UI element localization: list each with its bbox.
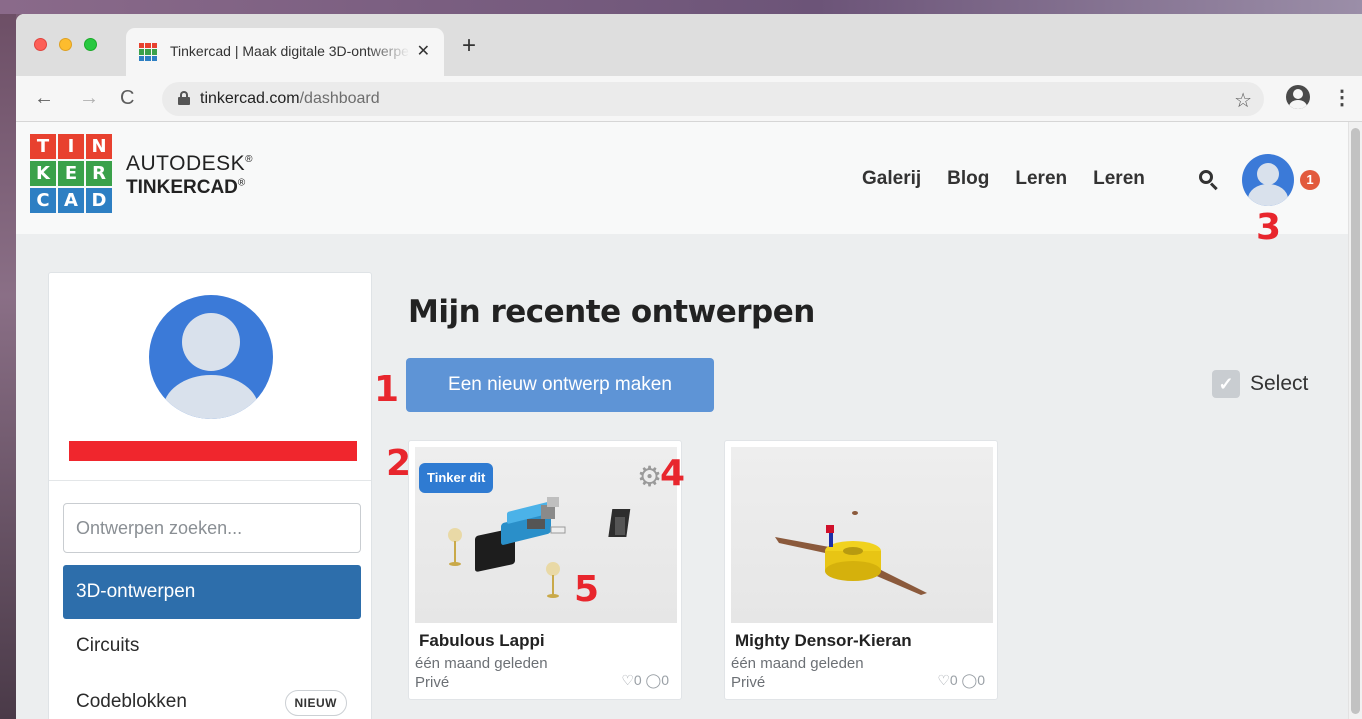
- new-badge: NIEUW: [284, 690, 347, 716]
- scrollbar-thumb[interactable]: [1351, 128, 1360, 714]
- sidebar-item-circuits[interactable]: Circuits: [63, 619, 361, 673]
- design-stats: ♡0 ◯0: [937, 672, 985, 688]
- design-time: één maand geleden: [415, 655, 548, 672]
- brand-autodesk: AUTODESK: [126, 152, 246, 175]
- logo-letter: I: [58, 134, 84, 159]
- brand-name: AUTODESK® TINKERCAD®: [126, 152, 253, 199]
- tinker-this-button[interactable]: Tinker dit: [419, 463, 494, 493]
- browser-profile-icon[interactable]: [1286, 85, 1310, 109]
- back-button[interactable]: ←: [34, 86, 54, 110]
- design-card[interactable]: Tinker dit ⚙ Fabulous Lappi één maand ge…: [408, 440, 682, 700]
- annotation-5: 5: [574, 569, 600, 610]
- propeller-model-image: [775, 511, 927, 595]
- page-title: Mijn recente ontwerpen: [408, 294, 815, 330]
- desktop-background: [0, 0, 1362, 14]
- url-domain: tinkercad.com: [200, 90, 300, 107]
- logo-letter: E: [58, 161, 84, 186]
- reload-button[interactable]: C: [120, 86, 134, 110]
- new-tab-button[interactable]: +: [462, 34, 476, 58]
- address-bar[interactable]: tinkercad.com/dashboard ☆: [162, 82, 1264, 116]
- profile-sidebar: 3D-ontwerpen Circuits Codeblokken NIEUW: [48, 272, 372, 719]
- logo-letter: K: [30, 161, 56, 186]
- browser-menu-icon[interactable]: ⋮: [1332, 85, 1352, 111]
- logo-letter: N: [86, 134, 112, 159]
- design-search-input[interactable]: [63, 503, 361, 553]
- brand-tinkercad: TINKERCAD: [126, 177, 238, 198]
- page-content: T I N K E R C A D AUTODESK® TINKERCAD® G…: [16, 122, 1362, 719]
- design-privacy: Privé: [731, 674, 766, 691]
- tab-title: Tinkercad | Maak digitale 3D-ontwerpen: [170, 43, 410, 59]
- nav-link-leren-2[interactable]: Leren: [1093, 168, 1145, 190]
- select-checkbox[interactable]: ✓: [1212, 370, 1240, 398]
- browser-window: Tinkercad | Maak digitale 3D-ontwerpen ✕…: [16, 14, 1362, 719]
- registered-mark: ®: [245, 154, 254, 165]
- tab-strip: Tinkercad | Maak digitale 3D-ontwerpen ✕…: [16, 14, 1362, 76]
- close-window-button[interactable]: [34, 38, 47, 51]
- main-nav: Galerij Blog Leren Leren: [862, 168, 1145, 190]
- logo-letter: T: [30, 134, 56, 159]
- browser-toolbar: ← → C tinkercad.com/dashboard ☆ ⋮: [16, 76, 1362, 122]
- annotation-3: 3: [1256, 207, 1282, 248]
- site-header: T I N K E R C A D AUTODESK® TINKERCAD® G…: [16, 122, 1348, 234]
- annotation-4: 4: [660, 453, 686, 494]
- user-avatar[interactable]: [1242, 154, 1294, 206]
- design-name[interactable]: Mighty Densor-Kieran: [735, 631, 912, 651]
- minimize-window-button[interactable]: [59, 38, 72, 51]
- maximize-window-button[interactable]: [84, 38, 97, 51]
- design-time: één maand geleden: [731, 655, 864, 672]
- page-scrollbar[interactable]: [1348, 122, 1362, 719]
- select-label: Select: [1250, 372, 1309, 395]
- sidebar-item-label: 3D-ontwerpen: [76, 581, 196, 602]
- design-thumbnail[interactable]: [731, 447, 993, 623]
- annotation-1: 1: [374, 369, 400, 410]
- lock-icon: [178, 91, 190, 105]
- sidebar-item-3d-designs[interactable]: 3D-ontwerpen: [63, 565, 361, 619]
- notification-badge[interactable]: 1: [1300, 170, 1320, 190]
- bookmark-star-icon[interactable]: ☆: [1234, 88, 1252, 113]
- sidebar-item-label: Circuits: [76, 635, 140, 656]
- select-toggle[interactable]: ✓ Select: [1212, 370, 1308, 398]
- design-privacy: Privé: [415, 674, 450, 691]
- tinkercad-logo[interactable]: T I N K E R C A D: [30, 134, 112, 214]
- logo-letter: A: [58, 188, 84, 213]
- desktop-background-left: [0, 14, 16, 719]
- url-text: tinkercad.com/dashboard: [200, 90, 380, 108]
- logo-letter: C: [30, 188, 56, 213]
- sidebar-item-label: Codeblokken: [76, 691, 187, 712]
- annotation-2: 2: [386, 443, 412, 484]
- divider: [49, 480, 371, 481]
- nav-link-blog[interactable]: Blog: [947, 168, 989, 190]
- forward-button[interactable]: →: [79, 86, 99, 110]
- profile-avatar: [149, 295, 273, 419]
- logo-letter: D: [86, 188, 112, 213]
- nav-link-galerij[interactable]: Galerij: [862, 168, 921, 190]
- tinkercad-favicon-icon: [139, 43, 157, 61]
- tab-close-icon[interactable]: ✕: [417, 41, 430, 61]
- design-thumbnail[interactable]: Tinker dit ⚙: [415, 447, 677, 623]
- registered-mark: ®: [237, 177, 246, 189]
- nav-link-leren[interactable]: Leren: [1015, 168, 1067, 190]
- design-stats: ♡0 ◯0: [621, 672, 669, 688]
- new-design-button[interactable]: Een nieuw ontwerp maken: [406, 358, 714, 412]
- design-card[interactable]: Mighty Densor-Kieran één maand geleden P…: [724, 440, 998, 700]
- design-name[interactable]: Fabulous Lappi: [419, 631, 545, 651]
- sidebar-item-codeblocks[interactable]: Codeblokken NIEUW: [63, 675, 361, 719]
- browser-tab[interactable]: Tinkercad | Maak digitale 3D-ontwerpen ✕: [126, 28, 444, 76]
- gear-icon[interactable]: ⚙: [637, 463, 662, 491]
- url-path: /dashboard: [299, 90, 380, 107]
- search-icon[interactable]: [1198, 169, 1220, 191]
- redacted-username: [69, 441, 357, 461]
- logo-letter: R: [86, 161, 112, 186]
